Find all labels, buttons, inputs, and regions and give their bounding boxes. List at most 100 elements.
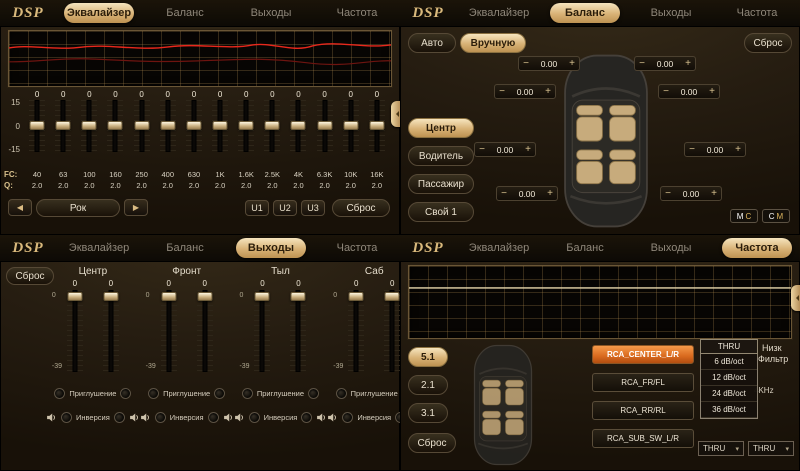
mc-toggle[interactable]: M C (730, 209, 758, 223)
cm-toggle[interactable]: C M (762, 209, 790, 223)
tab-balance[interactable]: Баланс (550, 238, 620, 258)
output-slider-handle[interactable] (103, 292, 118, 301)
preset-next-button[interactable]: ▶ (124, 199, 148, 216)
zone-custom-button[interactable]: Свой 1 (408, 202, 474, 222)
invert-toggle-right[interactable] (301, 412, 312, 423)
plus-button[interactable]: + (565, 57, 579, 70)
minus-button[interactable]: − (685, 143, 699, 156)
zone-driver-button[interactable]: Водитель (408, 146, 474, 166)
output-slider-left[interactable] (161, 290, 177, 372)
tab-frequency[interactable]: Частота (322, 3, 392, 23)
mode-3-1-button[interactable]: 3.1 (408, 403, 448, 423)
band-slider-handle[interactable] (265, 121, 280, 130)
mode-5-1-button[interactable]: 5.1 (408, 347, 448, 367)
band-slider-handle[interactable] (82, 121, 97, 130)
tab-equalizer[interactable]: Эквалайзер (464, 238, 534, 258)
preset-prev-button[interactable]: ◀ (8, 199, 32, 216)
output-slider-right[interactable] (103, 290, 119, 372)
tab-balance[interactable]: Баланс (550, 3, 620, 23)
band-slider-handle[interactable] (56, 121, 71, 130)
output-slider-handle[interactable] (67, 292, 82, 301)
band-slider[interactable] (81, 100, 97, 152)
minus-button[interactable]: − (635, 57, 649, 70)
band-slider[interactable] (55, 100, 71, 152)
slope-option[interactable]: 36 dB/oct (701, 402, 757, 418)
mute-toggle-left[interactable] (148, 388, 159, 399)
tab-equalizer[interactable]: Эквалайзер (64, 3, 134, 23)
plus-button[interactable]: + (541, 85, 555, 98)
band-slider[interactable] (317, 100, 333, 152)
tab-balance[interactable]: Баланс (150, 238, 220, 258)
band-slider-handle[interactable] (108, 121, 123, 130)
band-slider[interactable] (212, 100, 228, 152)
output-slider-left[interactable] (254, 290, 270, 372)
minus-button[interactable]: − (497, 187, 511, 200)
invert-toggle-right[interactable] (208, 412, 219, 423)
drawer-handle-icon[interactable] (391, 101, 400, 127)
slope-option[interactable]: 12 dB/oct (701, 370, 757, 386)
band-slider[interactable] (134, 100, 150, 152)
memory-u3-button[interactable]: U3 (301, 200, 325, 216)
slope-option[interactable]: 24 dB/oct (701, 386, 757, 402)
output-slider-handle[interactable] (385, 292, 400, 301)
zone-passenger-button[interactable]: Пассажир (408, 174, 474, 194)
band-slider[interactable] (343, 100, 359, 152)
manual-button[interactable]: Вручную (460, 33, 526, 53)
minus-button[interactable]: − (495, 85, 509, 98)
band-slider[interactable] (107, 100, 123, 152)
band-slider-handle[interactable] (213, 121, 228, 130)
memory-u1-button[interactable]: U1 (245, 200, 269, 216)
output-slider-left[interactable] (67, 290, 83, 372)
band-slider-handle[interactable] (317, 121, 332, 130)
minus-button[interactable]: − (661, 187, 675, 200)
tab-frequency[interactable]: Частота (722, 3, 792, 23)
slope-selected[interactable]: THRU (700, 339, 758, 354)
output-slider-right[interactable] (290, 290, 306, 372)
output-slider-handle[interactable] (291, 292, 306, 301)
mute-toggle-right[interactable] (308, 388, 319, 399)
band-slider[interactable] (186, 100, 202, 152)
plus-button[interactable]: + (681, 57, 695, 70)
tab-balance[interactable]: Баланс (150, 3, 220, 23)
output-slider-right[interactable] (197, 290, 213, 372)
band-slider-handle[interactable] (291, 121, 306, 130)
tab-equalizer[interactable]: Эквалайзер (64, 238, 134, 258)
plus-button[interactable]: + (521, 143, 535, 156)
tab-outputs[interactable]: Выходы (236, 3, 306, 23)
band-slider-handle[interactable] (369, 121, 384, 130)
minus-button[interactable]: − (475, 143, 489, 156)
output-slider-handle[interactable] (161, 292, 176, 301)
band-slider-handle[interactable] (186, 121, 201, 130)
output-slider-handle[interactable] (197, 292, 212, 301)
memory-u2-button[interactable]: U2 (273, 200, 297, 216)
tab-outputs[interactable]: Выходы (236, 238, 306, 258)
balance-reset-button[interactable]: Сброс (744, 33, 792, 53)
mute-toggle-right[interactable] (214, 388, 225, 399)
eq-reset-button[interactable]: Сброс (332, 199, 390, 217)
outputs-reset-button[interactable]: Сброс (6, 267, 54, 285)
invert-toggle-left[interactable] (155, 412, 166, 423)
band-slider[interactable] (264, 100, 280, 152)
tab-frequency[interactable]: Частота (322, 238, 392, 258)
band-slider-handle[interactable] (30, 121, 45, 130)
preset-display[interactable]: Рок (36, 199, 120, 217)
output-slider-right[interactable] (384, 290, 400, 372)
invert-toggle-left[interactable] (61, 412, 72, 423)
mute-toggle-right[interactable] (120, 388, 131, 399)
mute-toggle-left[interactable] (54, 388, 65, 399)
band-slider[interactable] (238, 100, 254, 152)
mute-toggle-left[interactable] (242, 388, 253, 399)
tab-outputs[interactable]: Выходы (636, 3, 706, 23)
band-slider[interactable] (290, 100, 306, 152)
thru-select-right[interactable]: THRU ▾ (748, 441, 794, 456)
plus-button[interactable]: + (707, 187, 721, 200)
slope-option[interactable]: 6 dB/oct (701, 354, 757, 370)
band-slider[interactable] (160, 100, 176, 152)
output-slider-handle[interactable] (349, 292, 364, 301)
invert-toggle-left[interactable] (342, 412, 353, 423)
tab-outputs[interactable]: Выходы (636, 238, 706, 258)
rca-center-button[interactable]: RCA_CENTER_L/R (592, 345, 694, 364)
freq-reset-button[interactable]: Сброс (408, 433, 456, 453)
plus-button[interactable]: + (731, 143, 745, 156)
mode-2-1-button[interactable]: 2.1 (408, 375, 448, 395)
